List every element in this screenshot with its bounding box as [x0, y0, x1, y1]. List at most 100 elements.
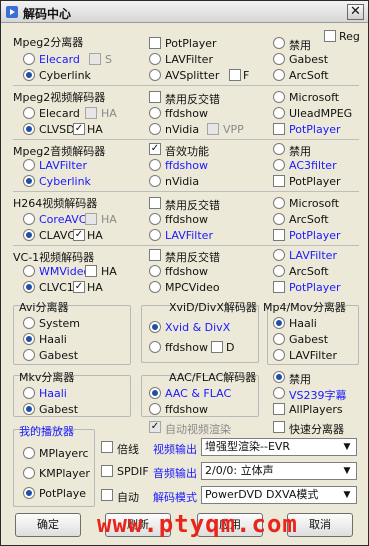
avi-gabest-radio[interactable] [23, 349, 35, 361]
vs239-radio[interactable] [273, 387, 285, 399]
f-checkbox[interactable] [229, 69, 241, 81]
mpeg2v-potplayer-checkbox[interactable] [273, 123, 285, 135]
xvid-ffdshow-label: ffdshow [165, 341, 208, 354]
h264-deinterlace-checkbox[interactable] [149, 197, 161, 209]
decode-output-select[interactable]: PowerDVD DXVA模式 ▼ [201, 486, 357, 504]
h264-ha2-checkbox[interactable] [73, 229, 85, 241]
mplayerc-radio[interactable] [23, 447, 35, 459]
mpcvideo-label: MPCVideo [165, 281, 220, 294]
mpeg2a-nvidia-radio[interactable] [149, 175, 161, 187]
chevron-down-icon[interactable]: ▼ [340, 488, 354, 502]
wmvideo-radio[interactable] [23, 265, 35, 277]
avsplitter-radio[interactable] [149, 69, 161, 81]
h264-ha1-checkbox [85, 213, 97, 225]
mpeg2a-potplayer-checkbox[interactable] [273, 175, 285, 187]
sound-effect-checkbox[interactable] [149, 143, 161, 155]
wmvideo-label: WMVideo [39, 265, 91, 278]
clvc1-label: CLVC1 [39, 281, 74, 294]
decode-output-value: PowerDVD DXVA模式 [205, 488, 319, 501]
aac-ffdshow-radio[interactable] [149, 403, 161, 415]
chevron-down-icon[interactable]: ▼ [340, 464, 354, 478]
reg-checkbox[interactable] [324, 30, 336, 42]
mpeg2v-microsoft-radio[interactable] [273, 91, 285, 103]
chevron-down-icon[interactable]: ▼ [340, 440, 354, 454]
mpeg2v-ha1-label: HA [101, 107, 117, 120]
mpeg2v-elecard-label: Elecard [39, 107, 80, 120]
vc1-arcsoft-radio[interactable] [273, 265, 285, 277]
h264-arcsoft-radio[interactable] [273, 213, 285, 225]
mp4-gabest-radio[interactable] [273, 333, 285, 345]
vc1-ha1-checkbox[interactable] [85, 265, 97, 277]
decode-output-label: 解码模式 [153, 491, 197, 504]
mkv-haali-radio[interactable] [23, 387, 35, 399]
potplayer-checkbox[interactable] [149, 37, 161, 49]
vc1-lavfilter-radio[interactable] [273, 249, 285, 261]
aac-flac-radio[interactable] [149, 387, 161, 399]
vc1-ffdshow-radio[interactable] [149, 265, 161, 277]
cyberlink-radio[interactable] [23, 69, 35, 81]
mkv-gabest-radio[interactable] [23, 403, 35, 415]
mpeg2v-elecard-radio[interactable] [23, 107, 35, 119]
clvsd-radio[interactable] [23, 123, 35, 135]
misc-disable-radio[interactable] [273, 371, 285, 383]
video-option-checkbox[interactable] [101, 441, 113, 453]
arcsoft-radio[interactable] [273, 69, 285, 81]
avi-splitter-title: Avi分离器 [19, 301, 69, 314]
mpeg2v-nvidia-radio[interactable] [149, 123, 161, 135]
mpeg2split-disable-radio[interactable] [273, 37, 285, 49]
mpeg2a-ffdshow-radio[interactable] [149, 159, 161, 171]
xvid-ffdshow-radio[interactable] [149, 341, 161, 353]
ac3filter-radio[interactable] [273, 159, 285, 171]
mp4-haali-radio[interactable] [273, 317, 285, 329]
xvid-d-checkbox[interactable] [211, 341, 223, 353]
video-output-select[interactable]: 增强型渲染--EVR ▼ [201, 438, 357, 456]
decode-option-checkbox[interactable] [101, 489, 113, 501]
elecard-radio[interactable] [23, 53, 35, 65]
mpeg2a-potplayer-label: PotPlayer [289, 175, 341, 188]
lavfilter-radio[interactable] [149, 53, 161, 65]
clavc-radio[interactable] [23, 229, 35, 241]
gabest-radio[interactable] [273, 53, 285, 65]
allplayers-checkbox[interactable] [273, 403, 285, 415]
mpeg2a-cyberlink-radio[interactable] [23, 175, 35, 187]
potplaye-radio[interactable] [23, 487, 35, 499]
vc1-lavfilter-label: LAVFilter [289, 249, 337, 262]
kmplayer-radio[interactable] [23, 467, 35, 479]
h264-deinterlace-label: 禁用反交错 [165, 199, 220, 212]
h264-arcsoft-label: ArcSoft [289, 213, 329, 226]
audio-output-select[interactable]: 2/0/0: 立体声 ▼ [201, 462, 357, 480]
s-checkbox [89, 53, 101, 65]
quick-splitter-checkbox[interactable] [273, 421, 285, 433]
s-label: S [105, 53, 112, 66]
kmplayer-label: KMPlayer [39, 467, 90, 480]
avi-system-radio[interactable] [23, 317, 35, 329]
vc1-deinterlace-label: 禁用反交错 [165, 251, 220, 264]
mpcvideo-radio[interactable] [149, 281, 161, 293]
coreavc-radio[interactable] [23, 213, 35, 225]
mpeg2v-ha2-checkbox[interactable] [73, 123, 85, 135]
mp4-lavfilter-radio[interactable] [273, 349, 285, 361]
mpeg2a-lavfilter-radio[interactable] [23, 159, 35, 171]
audio-output-label: 音频输出 [153, 467, 197, 480]
mkv-haali-label: Haali [39, 387, 67, 400]
avi-haali-radio[interactable] [23, 333, 35, 345]
vc1-ha2-checkbox[interactable] [73, 281, 85, 293]
mkv-splitter-title: Mkv分离器 [19, 371, 75, 384]
window-title: 解码中心 [23, 7, 72, 21]
mpeg2v-ffdshow-radio[interactable] [149, 107, 161, 119]
close-button[interactable]: ✕ [347, 4, 364, 20]
h264-microsoft-radio[interactable] [273, 197, 285, 209]
vc1-potplayer-checkbox[interactable] [273, 281, 285, 293]
ok-button[interactable]: 确定 [15, 513, 81, 537]
h264-potplayer-checkbox[interactable] [273, 229, 285, 241]
xvid-divx-radio[interactable] [149, 321, 161, 333]
clvc1-radio[interactable] [23, 281, 35, 293]
mpeg2a-disable-radio[interactable] [273, 143, 285, 155]
h264-ffdshow-radio[interactable] [149, 213, 161, 225]
clvsd-label: CLVSD [39, 123, 75, 136]
mpeg2v-deinterlace-checkbox[interactable] [149, 91, 161, 103]
h264-lavfilter-radio[interactable] [149, 229, 161, 241]
vc1-deinterlace-checkbox[interactable] [149, 249, 161, 261]
audio-option-checkbox[interactable] [101, 465, 113, 477]
uleadmpeg-radio[interactable] [273, 107, 285, 119]
